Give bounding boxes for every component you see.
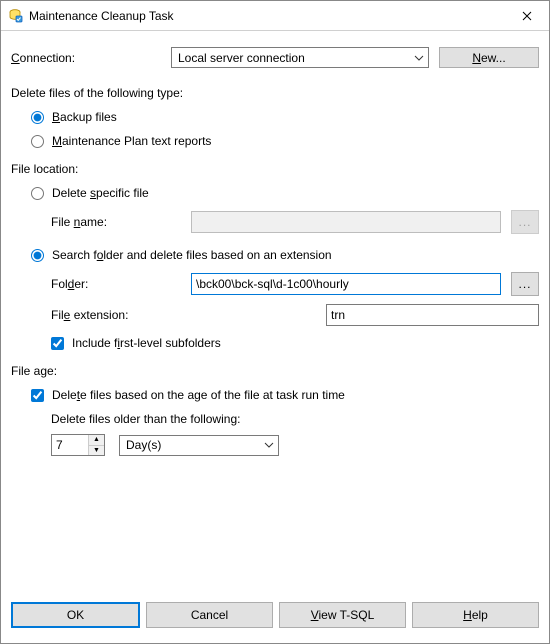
check-age-label: Delete files based on the age of the fil…: [52, 388, 345, 402]
extension-row: File extension:: [31, 304, 539, 326]
folder-label: Folder:: [51, 277, 191, 291]
new-connection-button[interactable]: New...: [439, 47, 539, 68]
file-location-heading: File location:: [11, 162, 539, 176]
ok-label: OK: [67, 608, 84, 622]
spinner-up-icon[interactable]: ▲: [89, 435, 104, 446]
file-type-heading: Delete files of the following type:: [11, 86, 539, 100]
radio-text-reports[interactable]: Maintenance Plan text reports: [31, 134, 539, 148]
check-include-label: Include first-level subfolders: [72, 336, 221, 350]
radio-backup-files[interactable]: Backup files: [31, 110, 539, 124]
age-unit-value: Day(s): [126, 438, 161, 452]
radio-search-input[interactable]: [31, 249, 44, 262]
file-name-row: File name: ...: [31, 210, 539, 234]
window-title: Maintenance Cleanup Task: [29, 9, 504, 23]
cancel-label: Cancel: [191, 608, 228, 622]
close-icon: [522, 11, 532, 21]
connection-value: Local server connection: [178, 51, 305, 65]
new-connection-label: New...: [472, 51, 505, 65]
close-button[interactable]: [504, 1, 549, 30]
age-value-row: 7 ▲ ▼ Day(s): [51, 434, 539, 456]
connection-label: Connection:: [11, 51, 171, 65]
radio-backup-input[interactable]: [31, 111, 44, 124]
file-age-heading: File age:: [11, 364, 539, 378]
file-name-input: [191, 211, 501, 233]
spinner-down-icon[interactable]: ▼: [89, 446, 104, 456]
cancel-button[interactable]: Cancel: [146, 602, 273, 628]
age-value: 7: [52, 435, 88, 455]
radio-specific-file[interactable]: Delete specific file: [31, 186, 539, 200]
extension-input[interactable]: [326, 304, 539, 326]
age-value-spinner[interactable]: 7 ▲ ▼: [51, 434, 105, 456]
help-label: Help: [463, 608, 488, 622]
file-name-label: File name:: [51, 215, 191, 229]
radio-specific-label: Delete specific file: [52, 186, 149, 200]
radio-backup-label: Backup files: [52, 110, 117, 124]
browse-file-button: ...: [511, 210, 539, 234]
folder-input[interactable]: [191, 273, 501, 295]
connection-row: Connection: document.currentScript.previ…: [11, 47, 539, 68]
check-include-subfolders[interactable]: Include first-level subfolders: [31, 336, 539, 350]
view-tsql-label: View T-SQL: [311, 608, 375, 622]
titlebar: Maintenance Cleanup Task: [1, 1, 549, 31]
radio-specific-input[interactable]: [31, 187, 44, 200]
chevron-down-icon: [264, 440, 274, 450]
age-unit-combo[interactable]: Day(s): [119, 435, 279, 456]
ok-button[interactable]: OK: [11, 602, 140, 628]
app-icon: [7, 8, 23, 24]
older-than-label: Delete files older than the following:: [51, 412, 539, 426]
extension-label: File extension:: [51, 308, 326, 322]
check-include-input[interactable]: [51, 337, 64, 350]
chevron-down-icon: [414, 53, 424, 63]
check-age-input[interactable]: [31, 389, 44, 402]
spinner-arrows[interactable]: ▲ ▼: [88, 435, 104, 455]
button-bar: OK Cancel View T-SQL Help: [1, 597, 549, 643]
radio-search-folder[interactable]: Search folder and delete files based on …: [31, 248, 539, 262]
folder-row: Folder: ...: [31, 272, 539, 296]
check-delete-by-age[interactable]: Delete files based on the age of the fil…: [31, 388, 539, 402]
help-button[interactable]: Help: [412, 602, 539, 628]
radio-reports-input[interactable]: [31, 135, 44, 148]
radio-search-label: Search folder and delete files based on …: [52, 248, 332, 262]
connection-combo[interactable]: Local server connection: [171, 47, 429, 68]
browse-folder-button[interactable]: ...: [511, 272, 539, 296]
radio-reports-label: Maintenance Plan text reports: [52, 134, 211, 148]
view-tsql-button[interactable]: View T-SQL: [279, 602, 406, 628]
